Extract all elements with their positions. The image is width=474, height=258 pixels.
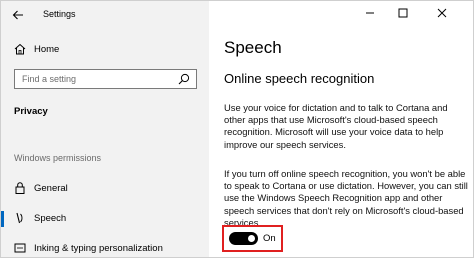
selection-indicator (1, 211, 4, 227)
maximize-button[interactable] (388, 1, 418, 25)
microphone-icon (16, 212, 23, 224)
title-bar: Settings (1, 1, 209, 29)
sidebar-item-label: Speech (34, 213, 67, 224)
maximize-icon (398, 8, 408, 18)
lock-icon (15, 182, 25, 194)
main-content: Speech Online speech recognition Use you… (209, 1, 473, 257)
minimize-icon (366, 12, 374, 14)
close-button[interactable] (427, 1, 457, 25)
settings-window: Settings Home Find a setting Privacy Win… (0, 0, 474, 258)
close-icon (437, 8, 447, 18)
sidebar-item-speech[interactable]: Speech (1, 208, 209, 230)
sidebar-item-general[interactable]: General (1, 178, 209, 200)
home-icon (14, 43, 26, 55)
group-label-windows-permissions: Windows permissions (14, 153, 102, 163)
home-label: Home (34, 44, 60, 55)
section-heading: Online speech recognition (224, 71, 375, 86)
back-button[interactable] (7, 5, 29, 25)
highlight-box: On (222, 225, 283, 252)
toggle-state-label: On (263, 233, 276, 244)
search-input[interactable]: Find a setting (14, 69, 197, 89)
toggle-knob (248, 235, 255, 242)
sidebar-item-label: Inking & typing personalization (34, 243, 163, 254)
home-nav-item[interactable]: Home (1, 39, 209, 61)
page-title: Speech (224, 38, 282, 57)
pen-icon (14, 243, 26, 253)
search-placeholder: Find a setting (22, 74, 77, 84)
back-arrow-icon (12, 10, 23, 20)
minimize-button[interactable] (355, 1, 385, 25)
section-title-privacy: Privacy (14, 106, 48, 117)
sidebar: Settings Home Find a setting Privacy Win… (1, 1, 209, 257)
app-title: Settings (43, 9, 76, 19)
warning-paragraph: If you turn off online speech recognitio… (224, 168, 468, 228)
description-paragraph: Use your voice for dictation and to talk… (224, 102, 448, 150)
online-speech-toggle[interactable] (229, 232, 258, 245)
sidebar-item-label: General (34, 183, 68, 194)
search-icon (178, 73, 190, 85)
sidebar-item-inking-typing[interactable]: Inking & typing personalization (1, 238, 209, 257)
